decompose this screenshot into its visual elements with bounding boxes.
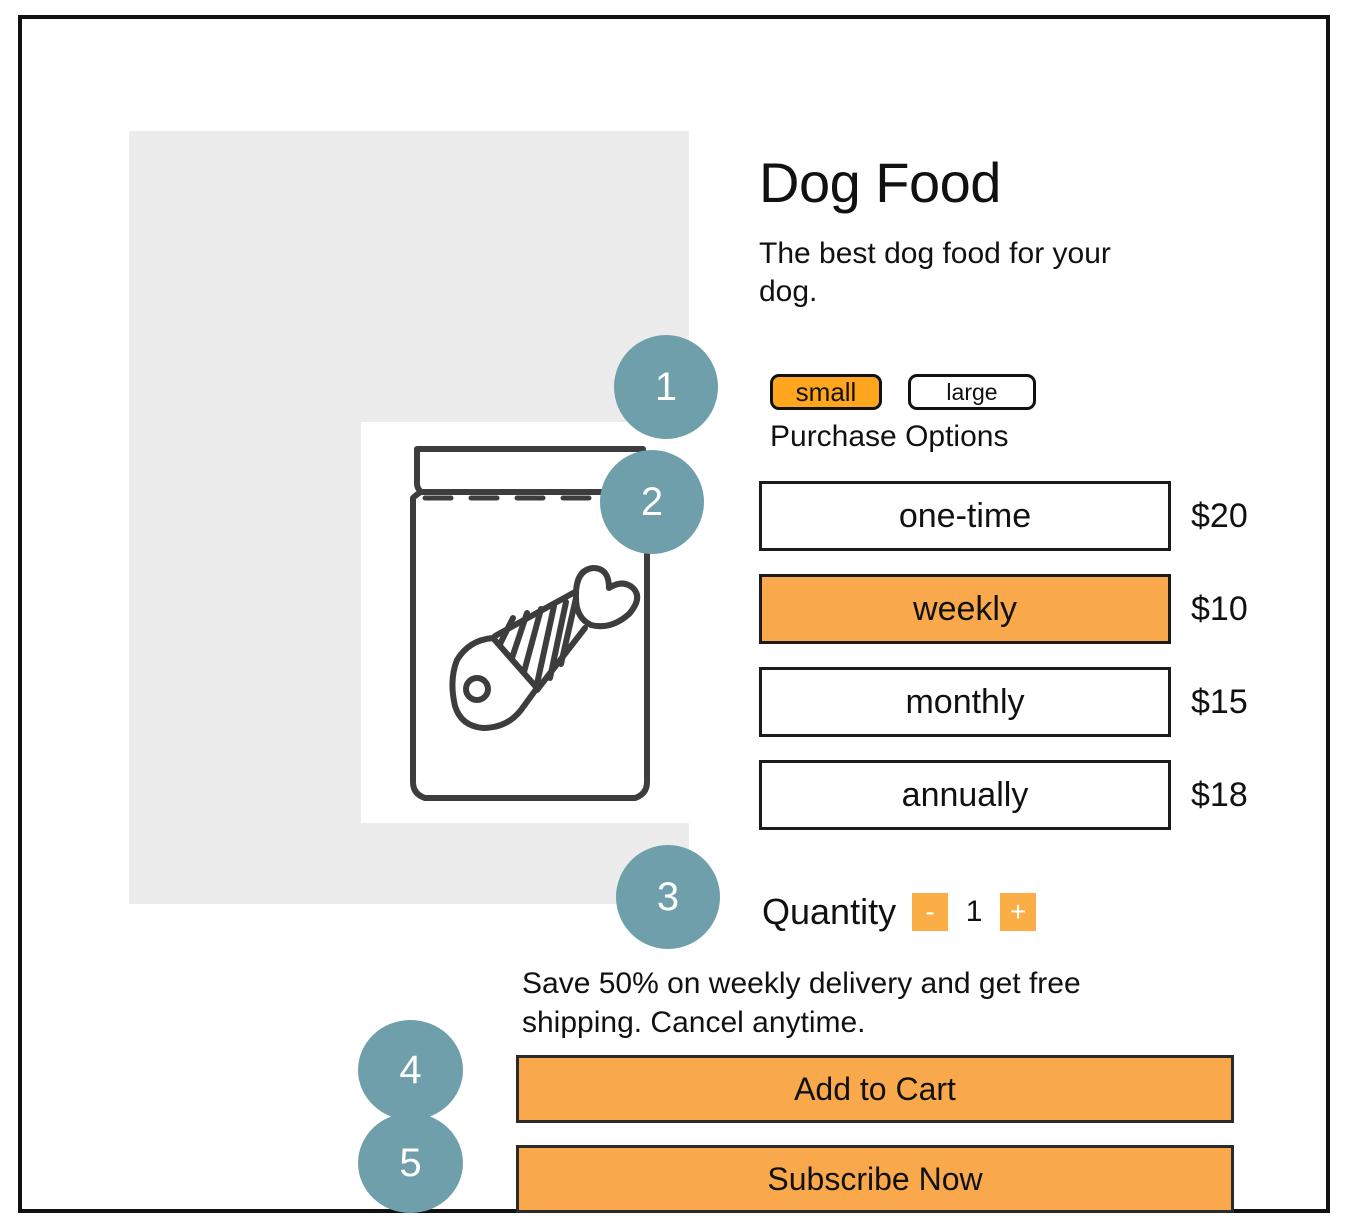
add-to-cart-label: Add to Cart — [794, 1070, 956, 1107]
step-badge-4: 4 — [358, 1020, 463, 1120]
subscribe-now-label: Subscribe Now — [767, 1160, 983, 1197]
quantity-label: Quantity — [762, 891, 897, 932]
purchase-option-row: annually $18 — [759, 760, 1248, 830]
step-badge-1-number: 1 — [654, 364, 678, 409]
variant-chip-large[interactable]: large — [908, 374, 1036, 410]
purchase-option-row: weekly $10 — [759, 574, 1248, 644]
step-badge-5-number: 5 — [399, 1140, 422, 1185]
step-badge-1: 1 — [614, 335, 718, 439]
page-title: Dog Food — [759, 151, 1001, 214]
step-badge-2: 2 — [600, 450, 704, 554]
purchase-option-annually[interactable]: annually — [759, 760, 1171, 830]
quantity-stepper: Quantity - 1 + — [762, 891, 1037, 933]
step-badge-2-number: 2 — [640, 479, 664, 524]
purchase-option-monthly[interactable]: monthly — [759, 667, 1171, 737]
purchase-option-weekly-price: $10 — [1191, 589, 1248, 628]
variant-chip-small[interactable]: small — [770, 374, 882, 410]
purchase-option-weekly-label: weekly — [913, 589, 1017, 628]
subscribe-now-button[interactable]: Subscribe Now — [516, 1145, 1234, 1213]
purchase-option-annually-label: annually — [901, 775, 1029, 814]
purchase-option-row: one-time $20 — [759, 481, 1248, 551]
step-badge-3: 3 — [616, 845, 720, 949]
purchase-options-list: one-time $20 weekly $10 monthly $15 annu… — [759, 481, 1248, 853]
step-badge-4-number: 4 — [399, 1047, 422, 1092]
card-frame: Dog Food The best dog food for your dog.… — [18, 15, 1330, 1213]
purchase-option-row: monthly $15 — [759, 667, 1248, 737]
variant-chip-small-label: small — [795, 376, 857, 407]
purchase-option-monthly-price: $15 — [1191, 682, 1248, 721]
purchase-options-label: Purchase Options — [770, 420, 1009, 453]
product-subtitle: The best dog food for your dog. — [759, 236, 1111, 309]
variant-chip-large-label: large — [946, 378, 998, 405]
size-variant-group: small large — [770, 374, 1036, 410]
purchase-option-one-time-price: $20 — [1191, 496, 1248, 535]
promo-text: Save 50% on weekly delivery and get free… — [522, 967, 1081, 1039]
quantity-increment-button[interactable]: + — [1000, 893, 1037, 931]
purchase-option-weekly[interactable]: weekly — [759, 574, 1171, 644]
step-badge-3-number: 3 — [656, 874, 680, 919]
purchase-option-one-time[interactable]: one-time — [759, 481, 1171, 551]
step-badge-5: 5 — [358, 1113, 463, 1213]
add-to-cart-button[interactable]: Add to Cart — [516, 1055, 1234, 1123]
quantity-value: 1 — [965, 895, 983, 928]
purchase-option-one-time-label: one-time — [898, 496, 1032, 535]
purchase-option-monthly-label: monthly — [905, 682, 1025, 721]
product-detail-screenshot: Dog Food The best dog food for your dog.… — [0, 0, 1348, 1232]
product-detail-column: Dog Food The best dog food for your dog. — [759, 151, 1279, 312]
purchase-option-annually-price: $18 — [1191, 775, 1248, 814]
quantity-decrement-button[interactable]: - — [912, 893, 949, 931]
